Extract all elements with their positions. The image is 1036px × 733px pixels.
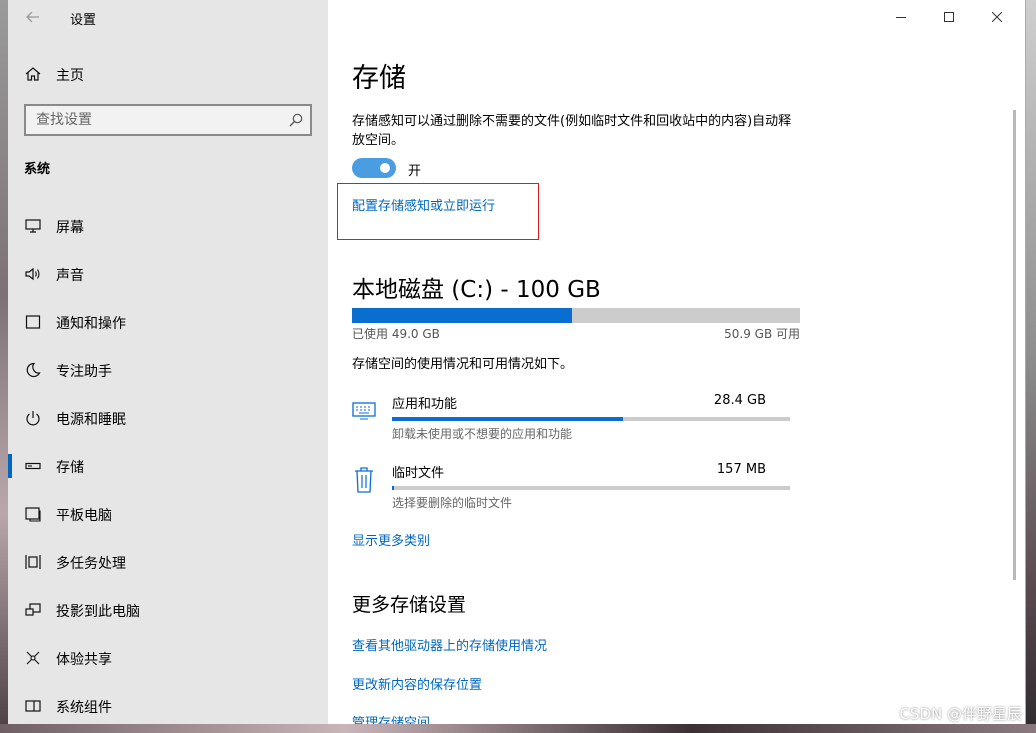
tablet-icon <box>24 505 42 523</box>
configure-storage-sense-link[interactable]: 配置存储感知或立即运行 <box>352 195 495 214</box>
sidebar-item-sound[interactable]: 声音 <box>8 250 328 298</box>
multitask-icon <box>24 553 42 571</box>
main-content: 存储 存储感知可以通过删除不需要的文件(例如临时文件和回收站中的内容)自动释放空… <box>328 0 1018 724</box>
change-save-location-link[interactable]: 更改新内容的保存位置 <box>352 674 482 693</box>
watermark: CSDN @伴野星辰 <box>899 705 1022 723</box>
sidebar-nav: 屏幕 声音 通知和操作 专注助手 电源和睡眠 存储 平板电脑 多任务处理 投影到… <box>8 202 328 724</box>
other-drives-usage-link[interactable]: 查看其他驱动器上的存储使用情况 <box>352 635 547 654</box>
usage-description: 存储空间的使用情况和可用情况如下。 <box>352 357 574 372</box>
category-usage-bar <box>392 486 790 490</box>
category-subtitle: 选择要删除的临时文件 <box>392 496 513 510</box>
sidebar-item-label: 屏幕 <box>56 220 84 236</box>
more-storage-settings-title: 更多存储设置 <box>352 594 467 616</box>
scrollbar[interactable] <box>1013 110 1016 580</box>
sidebar-item-label: 声音 <box>56 268 84 284</box>
keyboard-icon <box>352 397 376 425</box>
storage-sense-description: 存储感知可以通过删除不需要的文件(例如临时文件和回收站中的内容)自动释放空间。 <box>352 114 792 148</box>
sidebar-item-home[interactable]: 主页 <box>8 58 328 90</box>
sidebar-item-tablet[interactable]: 平板电脑 <box>8 490 328 538</box>
search-box[interactable] <box>24 104 312 136</box>
back-arrow-icon <box>26 11 39 23</box>
sidebar-item-notifications[interactable]: 通知和操作 <box>8 298 328 346</box>
disk-title: 本地磁盘 (C:) - 100 GB <box>352 277 601 303</box>
sidebar-item-storage[interactable]: 存储 <box>8 442 328 490</box>
project-icon <box>24 601 42 619</box>
sidebar-item-system-components[interactable]: 系统组件 <box>8 682 328 724</box>
title-bar-left: 设置 <box>8 0 328 34</box>
share-icon <box>24 649 42 667</box>
disk-usage-bar <box>352 308 800 323</box>
sidebar-item-display[interactable]: 屏幕 <box>8 202 328 250</box>
sidebar-section-title: 系统 <box>24 162 51 177</box>
sidebar-item-multitasking[interactable]: 多任务处理 <box>8 538 328 586</box>
sidebar-item-power[interactable]: 电源和睡眠 <box>8 394 328 442</box>
category-name: 应用和功能 <box>392 397 458 412</box>
page-title: 存储 <box>352 63 406 94</box>
desktop-background-right <box>1026 0 1036 733</box>
search-icon[interactable] <box>288 112 304 128</box>
moon-icon <box>24 361 42 379</box>
back-button[interactable] <box>22 6 44 28</box>
sidebar-item-label: 电源和睡眠 <box>56 412 126 428</box>
sidebar: 设置 主页 系统 屏幕 <box>8 0 328 724</box>
speaker-icon <box>24 265 42 283</box>
category-subtitle: 卸载未使用或不想要的应用和功能 <box>392 427 573 441</box>
category-usage-fill <box>392 417 623 421</box>
desktop-background-left <box>0 0 8 733</box>
notification-icon <box>24 313 42 331</box>
disk-free-label: 50.9 GB 可用 <box>724 327 800 341</box>
active-indicator <box>8 454 12 478</box>
category-temp-files[interactable]: 临时文件 157 MB 选择要删除的临时文件 <box>352 462 792 522</box>
sidebar-item-shared-experiences[interactable]: 体验共享 <box>8 634 328 682</box>
storage-icon <box>24 457 42 475</box>
power-icon <box>24 409 42 427</box>
sidebar-item-label: 通知和操作 <box>56 316 126 332</box>
disk-usage-fill <box>352 308 572 323</box>
monitor-icon <box>24 217 42 235</box>
app-title: 设置 <box>70 13 97 28</box>
sidebar-item-label: 体验共享 <box>56 652 112 668</box>
toggle-state-label: 开 <box>408 164 422 179</box>
components-icon <box>24 697 42 715</box>
sidebar-item-label: 平板电脑 <box>56 508 112 524</box>
sidebar-item-focus-assist[interactable]: 专注助手 <box>8 346 328 394</box>
trash-icon <box>352 466 376 494</box>
settings-window: 设置 主页 系统 屏幕 <box>8 0 1026 724</box>
category-size: 28.4 GB <box>713 393 766 408</box>
category-name: 临时文件 <box>392 466 445 481</box>
sidebar-item-label: 多任务处理 <box>56 556 126 572</box>
show-more-categories-link[interactable]: 显示更多类别 <box>352 530 430 549</box>
sidebar-item-label: 专注助手 <box>56 364 112 380</box>
category-usage-fill <box>392 486 394 490</box>
sidebar-item-project[interactable]: 投影到此电脑 <box>8 586 328 634</box>
toggle-knob <box>380 163 390 173</box>
storage-sense-toggle[interactable] <box>352 158 396 178</box>
sidebar-item-label: 存储 <box>56 460 84 476</box>
desktop-background-bottom <box>0 724 1036 733</box>
sidebar-item-label: 投影到此电脑 <box>56 604 140 620</box>
sidebar-item-label: 系统组件 <box>56 700 112 716</box>
category-apps-features[interactable]: 应用和功能 28.4 GB 卸载未使用或不想要的应用和功能 <box>352 393 792 453</box>
category-size: 157 MB <box>716 462 766 477</box>
disk-used-label: 已使用 49.0 GB <box>352 327 440 341</box>
manage-storage-spaces-link[interactable]: 管理存储空间 <box>352 712 430 724</box>
category-usage-bar <box>392 417 790 421</box>
sidebar-item-label: 主页 <box>56 68 84 84</box>
home-icon <box>24 65 42 83</box>
search-input[interactable] <box>26 106 276 134</box>
